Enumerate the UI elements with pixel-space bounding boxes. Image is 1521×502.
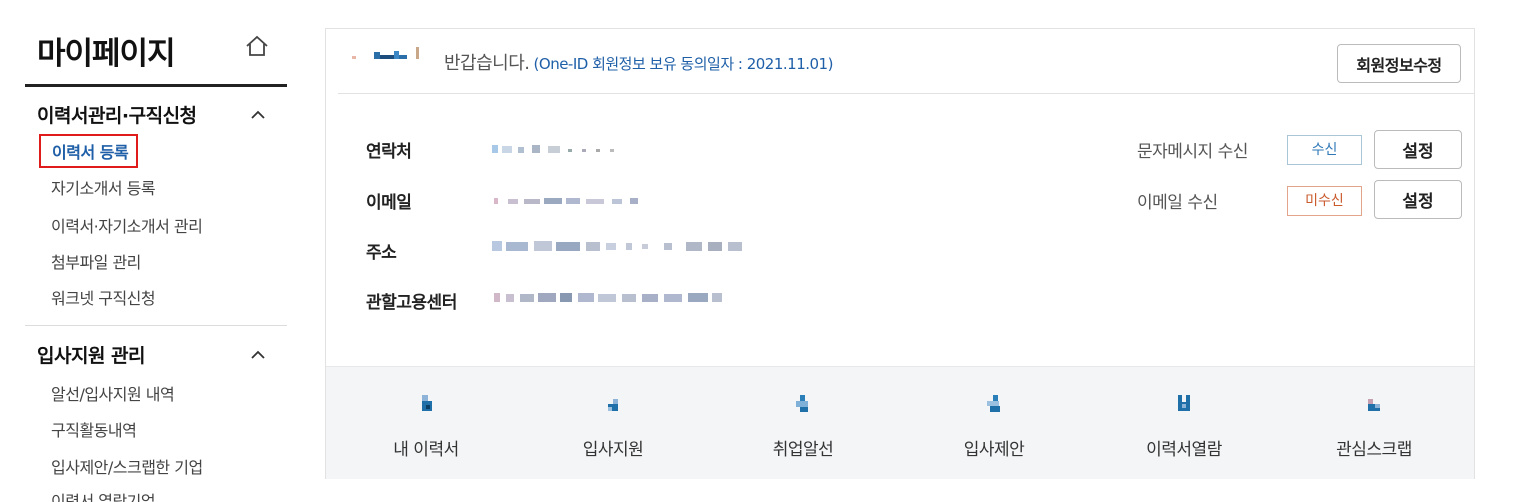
chevron-up-icon[interactable] [249,349,267,361]
consent-date-note: (One-ID 회원정보 보유 동의일자 : 2021.11.01) [533,55,834,73]
greeting-text: 반갑습니다. [444,53,530,74]
resume-view-icon [1178,395,1190,411]
email-label: 이메일 [366,193,412,213]
greeting-row: 반갑습니다. (One-ID 회원정보 보유 동의일자 : 2021.11.01)… [326,29,1474,93]
employment-center-label: 관할고용센터 [366,293,457,313]
quick-links-bar: 내 이력서 입사지원 취업알선 입사제안 이력서열람 관심스크랩 [326,366,1474,479]
sidebar-item-application-history[interactable]: 알선/입사지원 내역 [51,381,175,405]
home-icon[interactable] [245,34,269,58]
divider [338,93,1474,94]
user-name-redacted [352,47,419,59]
sms-consent-label: 문자메시지 수신 [1137,142,1248,162]
quick-link-apply[interactable]: 입사지원 [518,367,708,480]
phone-label: 연락처 [366,142,412,162]
email-status-badge: 미수신 [1287,186,1362,216]
quick-link-label: 취업알선 [772,440,834,460]
quick-link-label: 입사제안 [963,440,1025,460]
sidebar-item-offers-scraps[interactable]: 입사제안/스크랩한 기업 [51,454,203,478]
greeting: 반갑습니다. (One-ID 회원정보 보유 동의일자 : 2021.11.01) [444,49,833,75]
quick-link-label: 입사지원 [582,440,644,460]
quick-link-job-offer[interactable]: 입사제안 [899,367,1089,480]
sidebar-item-job-application[interactable]: 워크넷 구직신청 [51,285,156,309]
sidebar-item-resume-register[interactable]: 이력서 등록 [39,134,139,168]
quick-link-scrap[interactable]: 관심스크랩 [1279,367,1469,480]
sidebar-item-resume-manage[interactable]: 이력서·자기소개서 관리 [51,213,203,237]
quick-link-label: 이력서열람 [1146,440,1222,460]
job-offer-icon [987,395,1000,412]
apply-icon [608,399,618,411]
address-label: 주소 [366,243,397,263]
sidebar-group-title[interactable]: 입사지원 관리 [37,341,146,368]
quick-link-resume-view[interactable]: 이력서열람 [1089,367,1279,480]
sidebar-group-resume: 이력서관리·구직신청 이력서 등록 자기소개서 등록 이력서·자기소개서 관리 … [25,87,287,326]
sms-status-badge: 수신 [1287,135,1362,165]
page-title: 마이페이지 [37,36,176,72]
quick-link-label: 내 이력서 [393,440,459,460]
email-value-redacted [494,198,638,204]
resume-icon [422,395,432,411]
sidebar-item-resume-viewers[interactable]: 이력서 열람기업 [51,488,156,502]
sidebar-group-title[interactable]: 이력서관리·구직신청 [37,101,197,128]
sidebar-item-attachments[interactable]: 첨부파일 관리 [51,249,141,273]
sidebar: 마이페이지 이력서관리·구직신청 이력서 등록 자기소개서 등록 이력서·자기소… [25,0,287,502]
employment-center-value-redacted [494,293,722,302]
quick-link-job-placement[interactable]: 취업알선 [708,367,898,480]
sidebar-item-cover-letter-register[interactable]: 자기소개서 등록 [51,175,156,199]
scrap-icon [1368,399,1380,411]
address-value-redacted [492,241,742,251]
quick-link-label: 관심스크랩 [1336,440,1412,460]
job-placement-icon [796,395,808,412]
chevron-up-icon[interactable] [249,109,267,121]
profile-panel: 반갑습니다. (One-ID 회원정보 보유 동의일자 : 2021.11.01)… [325,28,1475,479]
sidebar-item-job-activity[interactable]: 구직활동내역 [51,417,137,441]
sidebar-header: 마이페이지 [25,0,287,87]
edit-profile-button[interactable]: 회원정보수정 [1337,44,1461,83]
quick-link-my-resume[interactable]: 내 이력서 [331,367,521,480]
phone-value-redacted [492,145,614,153]
email-settings-button[interactable]: 설정 [1374,180,1462,219]
email-consent-label: 이메일 수신 [1137,193,1218,213]
sms-settings-button[interactable]: 설정 [1374,130,1462,169]
